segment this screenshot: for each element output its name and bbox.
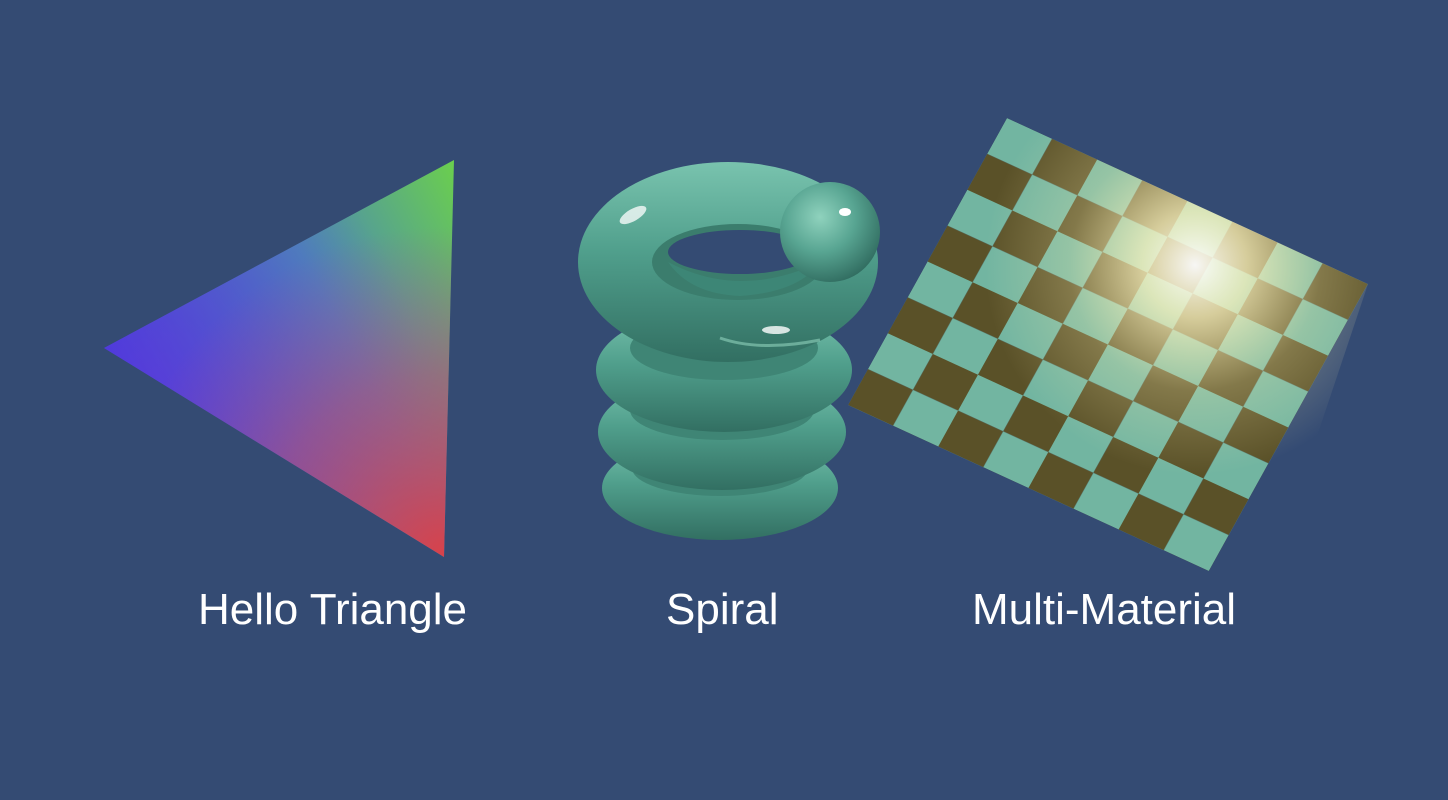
spiral-label: Spiral	[666, 585, 779, 634]
hello-triangle-label: Hello Triangle	[198, 585, 468, 634]
multi-material-label: Multi-Material	[972, 585, 1237, 634]
hello-triangle-mesh	[104, 160, 454, 557]
spiral-mesh	[578, 162, 880, 540]
viewport-scene: Hello Triangle Spiral Multi-Material	[0, 0, 1448, 800]
render-canvas	[104, 118, 1368, 636]
multi-material-plane	[848, 118, 1368, 636]
